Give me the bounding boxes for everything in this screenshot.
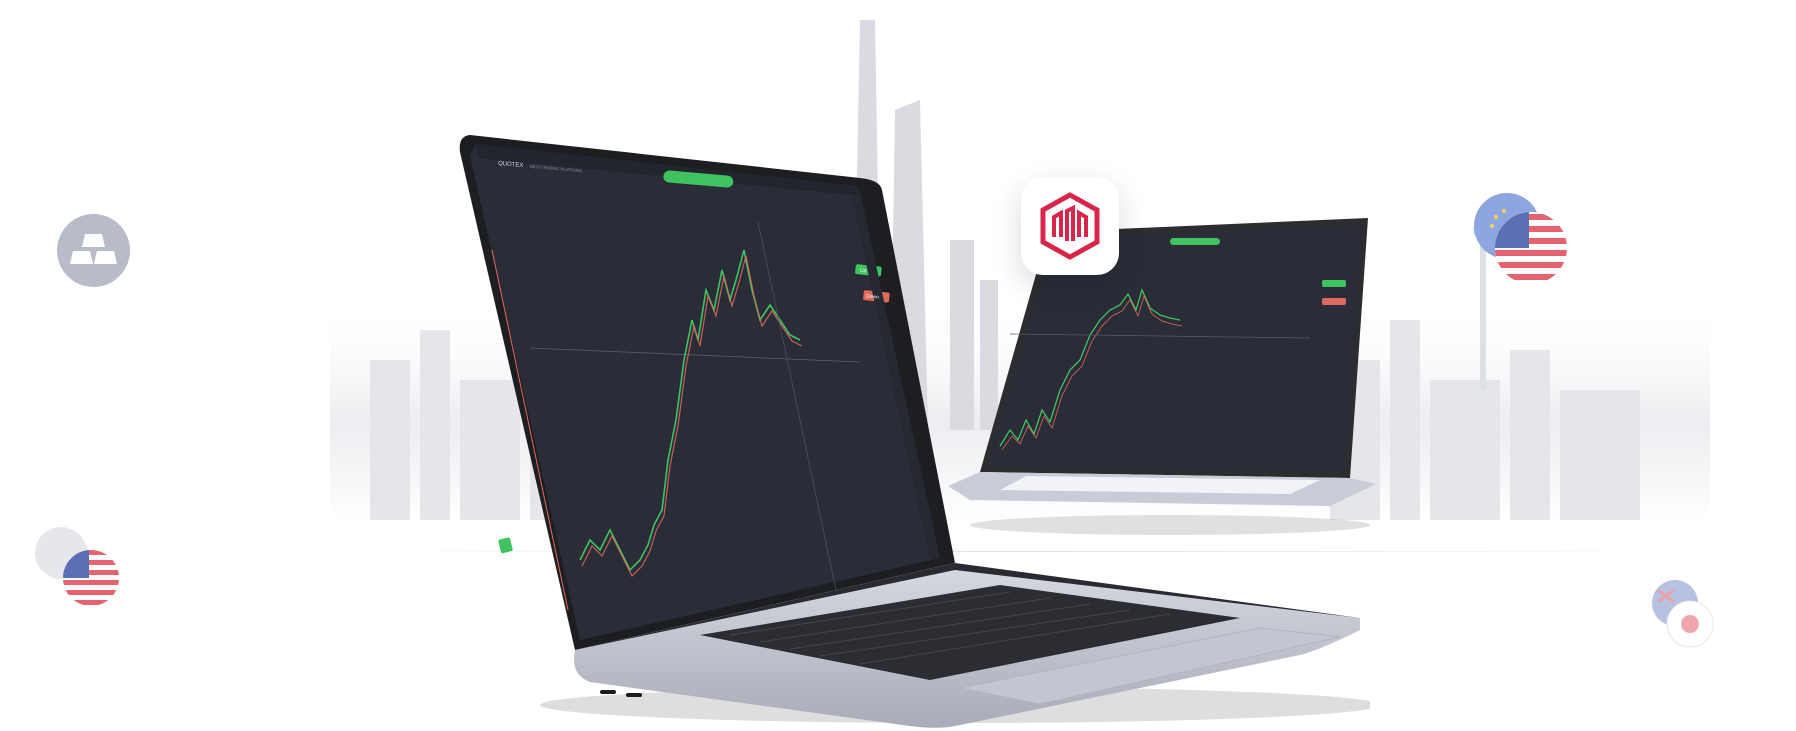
gold-bars-icon	[57, 214, 130, 287]
screen-sell-button[interactable]: Down	[866, 293, 879, 300]
us-flag-icon	[1495, 212, 1567, 284]
us-flag-icon	[63, 550, 119, 606]
primary-laptop	[459, 135, 1370, 728]
jp-flag-icon	[1666, 600, 1714, 648]
screen-buy-button[interactable]: Up	[860, 268, 867, 275]
hero-illustration: QUOTEX BEST TRADING PLATFORM Up Down	[0, 0, 1796, 731]
